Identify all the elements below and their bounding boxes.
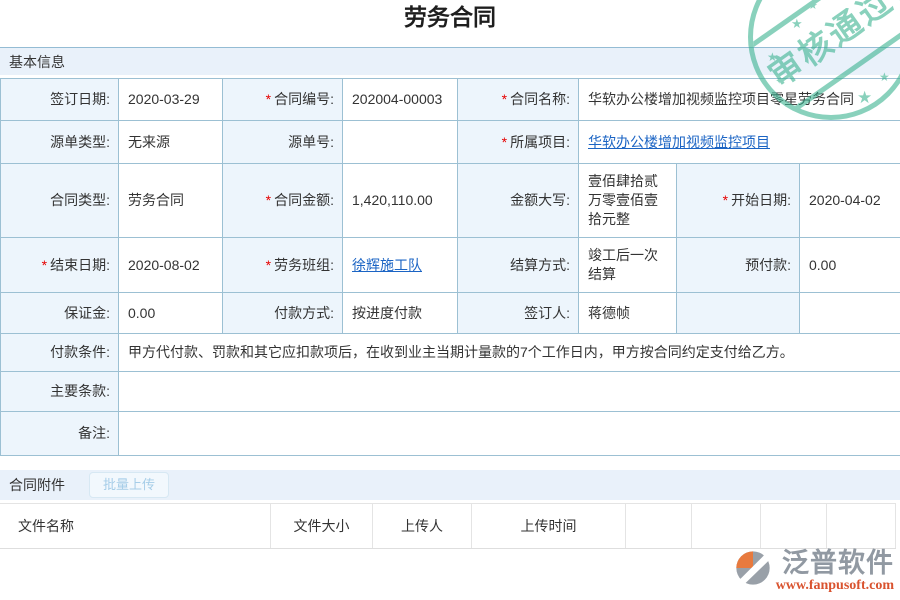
- field-label-main-terms: 主要条款:: [1, 372, 119, 412]
- field-label-pay-method: 付款方式:: [223, 293, 343, 334]
- fanpu-logo-icon: [733, 548, 773, 588]
- attachments-col-empty: [761, 504, 827, 548]
- field-label-empty: [677, 293, 800, 334]
- field-label-settle-method: 结算方式:: [458, 238, 579, 293]
- section-attachments: 合同附件 批量上传: [0, 470, 900, 500]
- field-label-deposit: 保证金:: [1, 293, 119, 334]
- field-label-amount-caps: 金额大写:: [458, 164, 579, 238]
- field-value-signer: 蒋德帧: [579, 293, 677, 334]
- required-asterisk: *: [266, 90, 271, 109]
- field-label-contract-no: *合同编号:: [223, 79, 343, 121]
- field-value-empty: [800, 293, 900, 334]
- attachments-col-empty: [626, 504, 692, 548]
- attachments-col-empty: [827, 504, 896, 548]
- attachments-col-upload-time: 上传时间: [472, 504, 626, 548]
- field-value-labor-team: 徐辉施工队: [343, 238, 458, 293]
- attachments-col-empty: [692, 504, 761, 548]
- attachments-col-file-size: 文件大小: [271, 504, 373, 548]
- attachments-col-file-name: 文件名称: [0, 504, 271, 548]
- field-value-start-date: 2020-04-02: [800, 164, 900, 238]
- field-value-amount: 1,420,110.00: [343, 164, 458, 238]
- field-value-pay-method: 按进度付款: [343, 293, 458, 334]
- field-value-remark: [119, 412, 900, 456]
- field-value-advance-payment: 0.00: [800, 238, 900, 293]
- field-label-source-no: 源单号:: [223, 121, 343, 164]
- required-asterisk: *: [502, 133, 507, 152]
- field-label-advance-payment: 预付款:: [677, 238, 800, 293]
- field-label-project: *所属项目:: [458, 121, 579, 164]
- field-label-remark: 备注:: [1, 412, 119, 456]
- labor-team-link[interactable]: 徐辉施工队: [352, 256, 422, 275]
- contract-form-table: 签订日期: 2020-03-29 *合同编号: 202004-00003 *合同…: [0, 78, 900, 456]
- field-label-source-type: 源单类型:: [1, 121, 119, 164]
- field-value-source-type: 无来源: [119, 121, 223, 164]
- field-value-sign-date: 2020-03-29: [119, 79, 223, 121]
- field-value-source-no: [343, 121, 458, 164]
- field-value-project: 华软办公楼增加视频监控项目: [579, 121, 900, 164]
- page-title: 劳务合同: [0, 0, 900, 32]
- attachments-table-header: 文件名称 文件大小 上传人 上传时间: [0, 503, 896, 549]
- field-value-amount-caps: 壹佰肆拾贰万零壹佰壹拾元整: [579, 164, 677, 238]
- field-label-sign-date: 签订日期:: [1, 79, 119, 121]
- project-link[interactable]: 华软办公楼增加视频监控项目: [588, 133, 770, 152]
- field-label-start-date: *开始日期:: [677, 164, 800, 238]
- labor-contract-page: 劳务合同 基本信息 签订日期: 2020-03-29 *合同编号: 202004…: [0, 0, 900, 600]
- required-asterisk: *: [723, 191, 728, 210]
- field-value-end-date: 2020-08-02: [119, 238, 223, 293]
- field-label-labor-team: *劳务班组:: [223, 238, 343, 293]
- field-value-settle-method: 竣工后一次结算: [579, 238, 677, 293]
- vendor-brand-name: 泛普软件: [782, 548, 894, 578]
- required-asterisk: *: [266, 191, 271, 210]
- field-label-signer: 签订人:: [458, 293, 579, 334]
- field-value-contract-type: 劳务合同: [119, 164, 223, 238]
- field-label-pay-condition: 付款条件:: [1, 334, 119, 372]
- field-value-contract-no: 202004-00003: [343, 79, 458, 121]
- field-label-end-date: *结束日期:: [1, 238, 119, 293]
- section-basic-info: 基本信息: [0, 47, 900, 75]
- field-label-amount: *合同金额:: [223, 164, 343, 238]
- required-asterisk: *: [266, 256, 271, 275]
- batch-upload-button[interactable]: 批量上传: [89, 472, 169, 498]
- section-basic-info-label: 基本信息: [9, 52, 65, 72]
- field-label-contract-type: 合同类型:: [1, 164, 119, 238]
- attachments-col-uploader: 上传人: [373, 504, 472, 548]
- section-attachments-label: 合同附件: [9, 475, 65, 495]
- vendor-logo: 泛普软件 www.fanpusoft.com: [733, 548, 894, 593]
- field-value-contract-name: 华软办公楼增加视频监控项目零星劳务合同: [579, 79, 900, 121]
- field-value-deposit: 0.00: [119, 293, 223, 334]
- required-asterisk: *: [42, 256, 47, 275]
- vendor-url: www.fanpusoft.com: [776, 578, 894, 593]
- field-label-contract-name: *合同名称:: [458, 79, 579, 121]
- field-value-pay-condition: 甲方代付款、罚款和其它应扣款项后，在收到业主当期计量款的7个工作日内，甲方按合同…: [119, 334, 900, 372]
- required-asterisk: *: [502, 90, 507, 109]
- field-value-main-terms: [119, 372, 900, 412]
